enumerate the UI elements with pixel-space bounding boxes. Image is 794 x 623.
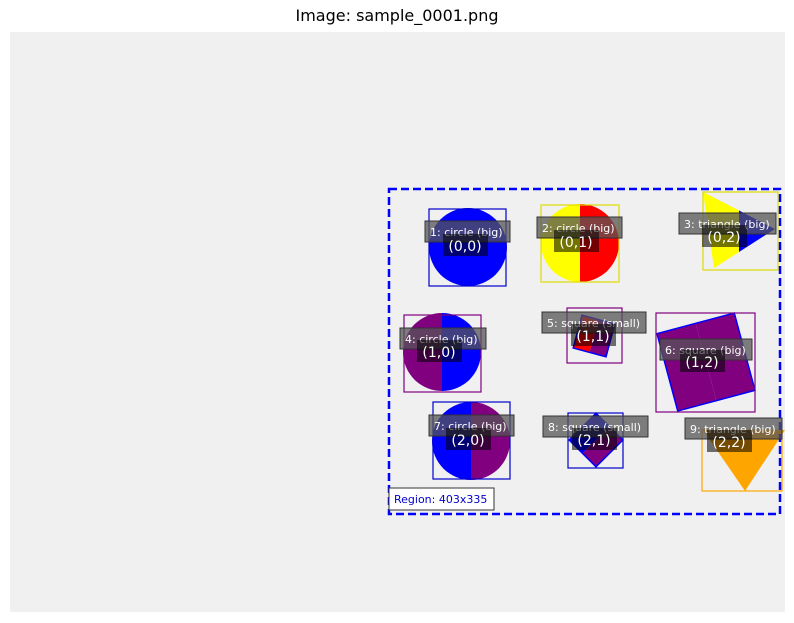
shape-3-coord: (0,2): [707, 230, 740, 246]
shape-7-coord: (2,0): [451, 433, 484, 449]
canvas-background: [10, 32, 785, 612]
region-label: Region: 403x335: [394, 493, 487, 506]
shape-8-coord: (2,1): [577, 433, 610, 449]
region-label-box: Region: 403x335: [388, 487, 495, 511]
shape-6-coord: (1,2): [685, 355, 718, 371]
shape-2-coord: (0,1): [559, 235, 592, 251]
diagram-canvas: Region: 403x335 1: circle (big)(0,0)2: c…: [10, 32, 785, 612]
shape-1-coord: (0,0): [448, 239, 481, 255]
shape-4-coord: (1,0): [422, 345, 455, 361]
shape-9-coord: (2,2): [712, 435, 745, 451]
shape-5-coord: (1,1): [576, 329, 609, 345]
